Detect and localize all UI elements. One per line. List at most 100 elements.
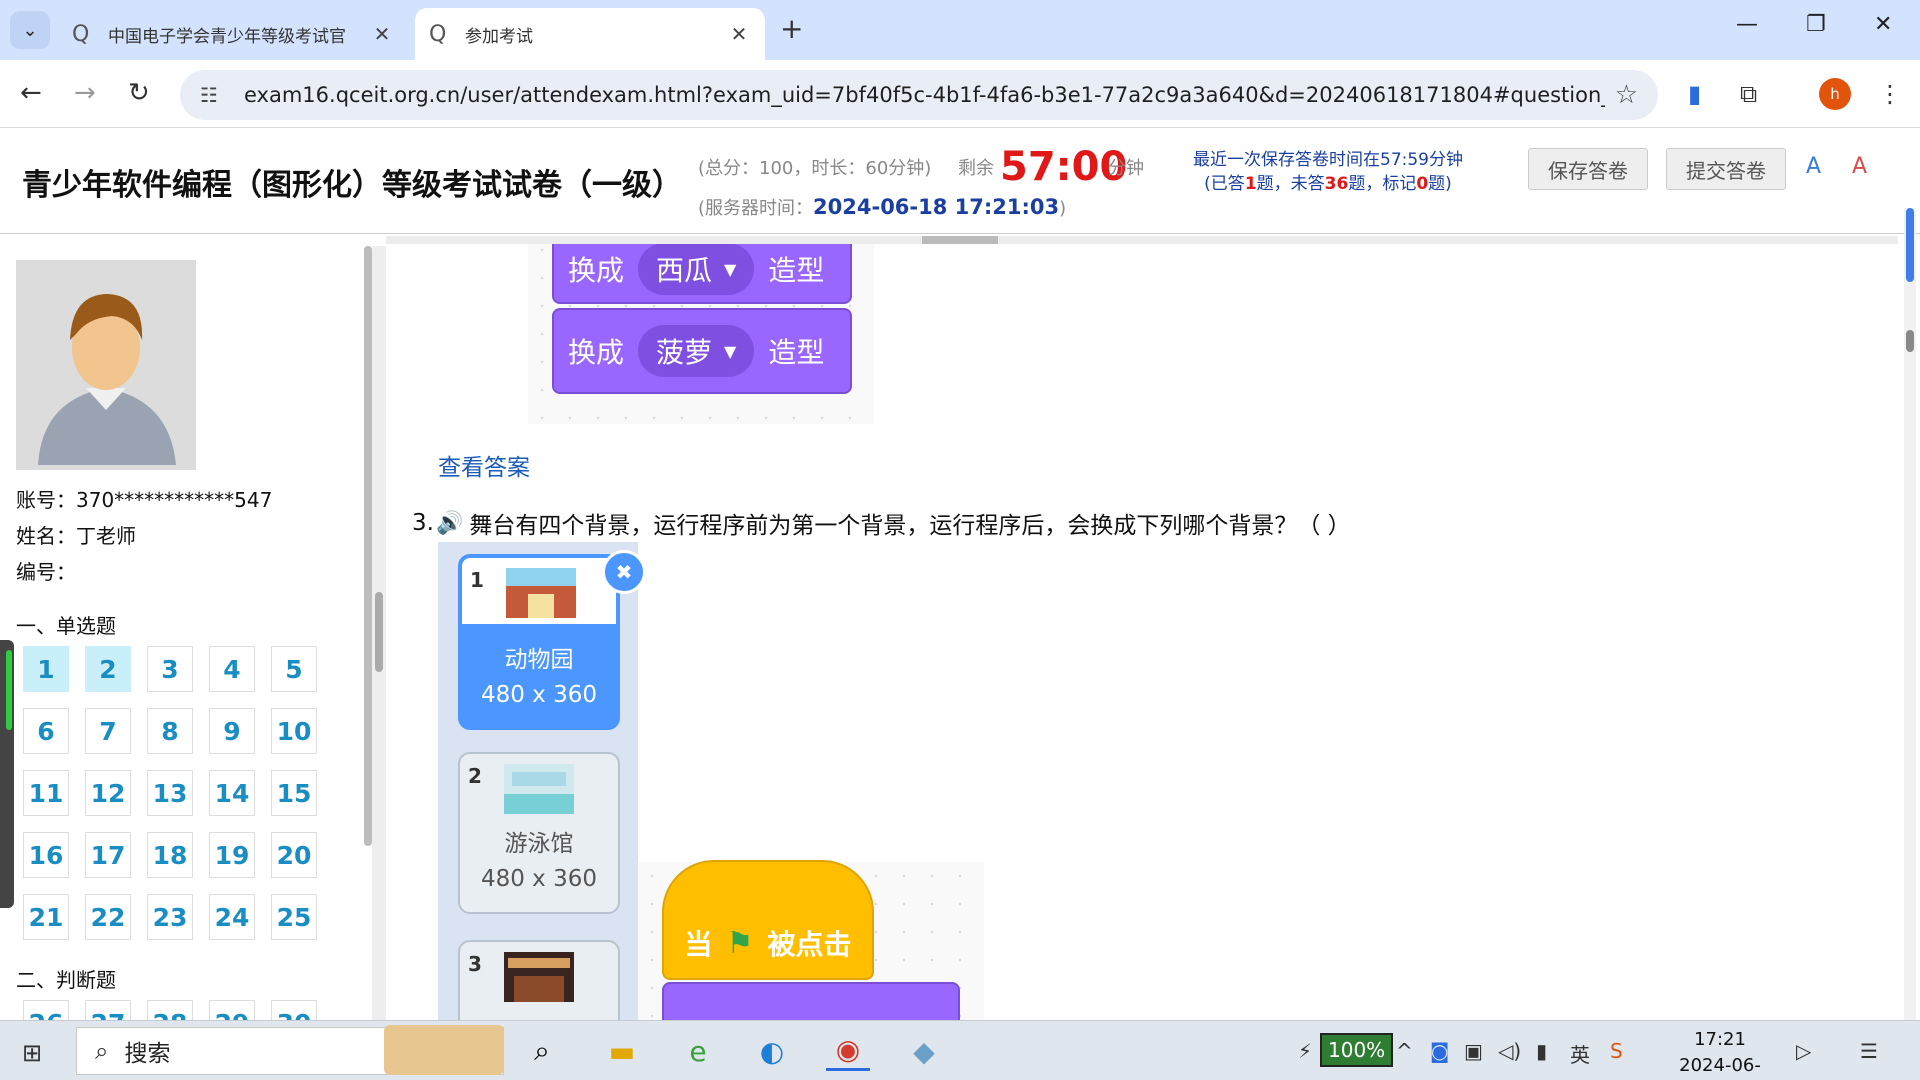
sidebar-scroll-thumb[interactable] [364,246,372,846]
question-nav-button[interactable]: 23 [147,894,193,940]
site-info-icon[interactable]: ☷ [200,83,230,107]
question-nav-button[interactable]: 12 [85,770,131,816]
question-nav-button[interactable]: 13 [147,770,193,816]
font-increase-icon[interactable]: A [1806,154,1821,179]
question-nav-button[interactable]: 3 [147,646,193,692]
question-nav-button[interactable]: 14 [209,770,255,816]
view-answer-link[interactable]: 查看答案 [438,448,530,482]
question-nav-button[interactable]: 16 [23,832,69,878]
question-nav-button[interactable]: 20 [271,832,317,878]
dropdown-arrow-icon: ▼ [724,259,737,279]
restore-button[interactable]: ❐ [1806,12,1826,37]
back-button[interactable]: ← [20,78,42,108]
ie-browser-icon[interactable]: e [676,1031,720,1071]
question-nav-button[interactable]: 27 [85,1000,131,1020]
question-nav-button[interactable]: 7 [85,708,131,754]
question-nav-button[interactable]: 8 [147,708,193,754]
section-true-false: 二、判断题 [16,968,116,992]
chevron-up-icon[interactable]: ^ [1396,1039,1413,1063]
forward-button[interactable]: → [74,78,96,108]
question-nav-button[interactable]: 26 [23,1000,69,1020]
horizontal-scroll-thumb[interactable] [922,236,998,244]
tab-title: 参加考试 [465,26,533,47]
question-nav-button[interactable]: 30 [271,1000,317,1020]
sogou-icon[interactable]: S [1610,1039,1623,1063]
tab-exam-home[interactable]: Q 中国电子学会青少年等级考试官 ✕ [58,8,408,60]
backdrop-name: 游泳馆 [504,831,574,857]
volume-icon[interactable]: ◁) [1498,1039,1521,1063]
sidebar-scrollbar[interactable] [364,246,372,846]
question-nav-button[interactable]: 6 [23,708,69,754]
app-icon[interactable]: ◆ [902,1031,946,1071]
tab-strip: ⌄ Q 中国电子学会青少年等级考试官 ✕ Q 参加考试 ✕ + — ❐ ✕ [0,0,1920,60]
remain-label: 剩余 [958,158,994,179]
extensions-puzzle-icon[interactable]: ⧉ [1740,80,1757,108]
question-nav-button[interactable]: 5 [271,646,317,692]
close-icon[interactable]: ✕ [370,22,394,46]
close-icon[interactable]: ✕ [727,22,751,46]
question-nav-button[interactable]: 22 [85,894,131,940]
zoom-app-icon[interactable]: ⌕ [520,1031,564,1071]
question-nav-button[interactable]: 29 [209,1000,255,1020]
question-nav-button[interactable]: 25 [271,894,317,940]
profile-avatar[interactable]: h [1819,78,1851,110]
switch-costume-block: 换成 西瓜 ▼ 造型 [552,236,852,304]
question-nav-button[interactable]: 9 [209,708,255,754]
more-menu-icon[interactable]: ⋮ [1878,80,1902,108]
hat-clicked: 被点击 [767,928,852,961]
show-desktop-icon[interactable]: ▷ [1796,1039,1811,1063]
remain-unit: 分钟 [1108,158,1144,179]
tab-attend-exam[interactable]: Q 参加考试 ✕ [415,8,765,60]
question-nav-button[interactable]: 11 [23,770,69,816]
clock-time: 17:21 [1694,1029,1746,1050]
ime-indicator[interactable]: 英 [1570,1039,1590,1068]
minimize-button[interactable]: — [1736,12,1758,37]
chrome-icon[interactable]: ◉ [826,1031,870,1071]
question-nav-button[interactable]: 24 [209,894,255,940]
submit-button[interactable]: 提交答卷 [1666,148,1786,190]
save-button[interactable]: 保存答卷 [1528,148,1648,190]
delete-trash-icon[interactable]: ✖ [602,550,646,594]
pool-thumbnail-icon [504,764,574,814]
close-window-button[interactable]: ✕ [1874,12,1892,37]
power-plug-icon[interactable]: ⚡ [1298,1039,1312,1063]
clock-date: 2024-06-18 [1679,1055,1761,1076]
question-nav-button[interactable]: 19 [209,832,255,878]
question-nav-button[interactable]: 10 [271,708,317,754]
font-decrease-icon[interactable]: A [1852,154,1867,179]
backdrop-number: 1 [470,568,484,592]
block-dropdown: 菠萝 ▼ [638,325,755,377]
windows-start-icon[interactable]: ⊞ [22,1039,42,1067]
speaker-icon[interactable]: 🔊 [436,511,463,536]
notification-icon[interactable]: ☰ [1860,1039,1878,1063]
reload-button[interactable]: ↻ [128,78,150,108]
battery-indicator[interactable]: 100% [1320,1033,1394,1067]
taskbar-clock[interactable]: 17:21 2024-06-18 [1668,1027,1772,1080]
new-tab-button[interactable]: + [780,12,803,45]
pane-divider-handle[interactable] [375,592,383,672]
url-text[interactable]: exam16.qceit.org.cn/user/attendexam.html… [244,83,1605,107]
microphone-icon[interactable]: ▮ [1536,1039,1547,1063]
horizontal-scrollbar[interactable] [386,236,1898,244]
question-nav-button[interactable]: 1 [23,646,69,692]
question-nav-button[interactable]: 18 [147,832,193,878]
question-nav-button[interactable]: 28 [147,1000,193,1020]
avatar [16,260,196,470]
question-nav-button[interactable]: 2 [85,646,131,692]
page-scroll-thumb[interactable] [1906,208,1914,282]
file-explorer-icon[interactable]: ▬ [600,1031,644,1071]
backdrop-number: 3 [468,952,482,976]
tab-search-button[interactable]: ⌄ [10,11,50,49]
network-icon[interactable]: ▣ [1464,1039,1483,1063]
question-nav-button[interactable]: 15 [271,770,317,816]
address-bar[interactable]: ☷ exam16.qceit.org.cn/user/attendexam.ht… [180,70,1658,120]
extension-icon[interactable]: ▮ [1688,80,1701,108]
tray-app-icon[interactable]: ◙ [1430,1039,1449,1063]
edge-icon[interactable]: ◐ [750,1031,794,1071]
question-nav-button[interactable]: 21 [23,894,69,940]
block-verb: 换成 [568,336,625,369]
bookmark-star-icon[interactable]: ☆ [1615,80,1638,110]
question-nav-button[interactable]: 4 [209,646,255,692]
question-nav-button[interactable]: 17 [85,832,131,878]
server-time: 2024-06-18 17:21:03 [813,195,1060,219]
